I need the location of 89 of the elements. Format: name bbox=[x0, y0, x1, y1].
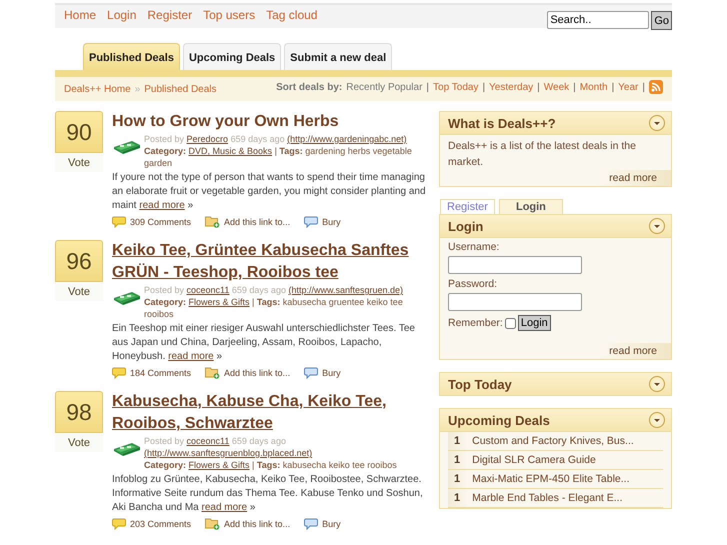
sort-separator: | bbox=[612, 82, 614, 92]
category-link[interactable]: Flowers & Gifts bbox=[188, 460, 250, 470]
speech-bubble-icon[interactable] bbox=[304, 518, 318, 530]
sort-label: Sort deals by: bbox=[276, 82, 342, 92]
password-label: Password: bbox=[448, 278, 498, 290]
tab[interactable]: Upcoming Deals bbox=[182, 43, 282, 70]
add-link[interactable]: Add this link to... bbox=[224, 216, 290, 226]
rank-number: 1 bbox=[454, 454, 460, 466]
folder-add-icon[interactable] bbox=[205, 517, 220, 530]
upcoming-deal-link[interactable]: Marble End Tables - Elegant E... bbox=[472, 492, 623, 504]
remember-checkbox[interactable] bbox=[504, 318, 516, 328]
collapse-icon[interactable] bbox=[649, 412, 665, 428]
posted-line: Posted by coceonc11 659 days ago (http://www.sanftesgruen.de) bbox=[144, 284, 404, 296]
sort-separator: | bbox=[482, 82, 486, 92]
comments-link[interactable]: 309 Comments bbox=[130, 216, 192, 226]
box-title: Top Today bbox=[448, 376, 512, 392]
deal-excerpt: Infoblog zu Grüntee, Kabusecha, Keiko Tee, Rooibostee, Schwarztee. Informative Seite rundum das Thema Tee. Kabuse Tenko und Soshun, Aki Bancha und Ma read more » bbox=[112, 473, 424, 515]
upcoming-deal-link[interactable]: Custom and Factory Knives, Bus... bbox=[472, 435, 634, 447]
collapse-icon[interactable] bbox=[649, 115, 665, 131]
url-link[interactable]: (http://www.gardeningabc.net) bbox=[287, 134, 407, 144]
comments-link[interactable]: 203 Comments bbox=[130, 518, 192, 528]
author-link[interactable]: Peredocro bbox=[186, 134, 228, 144]
about-text: Deals++ is a list of the latest deals in the market. bbox=[448, 139, 637, 170]
author-link[interactable]: coceonc11 bbox=[186, 285, 230, 295]
search-field[interactable]: Search.. bbox=[547, 11, 650, 29]
comment-icon[interactable] bbox=[112, 518, 126, 530]
vote-count: 90 bbox=[55, 111, 103, 153]
deal-excerpt: If youre not the type of person that wants to spend their time managing an elaborate fruit or vegetable garden, you might consider planting and maint read more » bbox=[112, 171, 427, 213]
deal-title[interactable]: Keiko Tee, Grüntee Kabusecha Sanftes GRÜN - Teeshop, Rooibos tee bbox=[112, 240, 431, 284]
comments-link[interactable]: 184 Comments bbox=[130, 368, 192, 378]
read-more-link[interactable]: read more bbox=[168, 351, 214, 362]
go-button[interactable]: Go bbox=[651, 11, 672, 30]
comment-icon[interactable] bbox=[112, 366, 126, 378]
url-link[interactable]: (http://www.sanftesgruenblog.bplaced.net) bbox=[144, 448, 312, 458]
deal-title[interactable]: How to Grow your Own Herbs bbox=[112, 111, 431, 133]
sort-separator: | bbox=[642, 82, 645, 92]
category-line: Category: Flowers & Gifts | Tags: kabusecha gruentee keiko tee rooibos bbox=[144, 296, 404, 320]
category-line: Category: Flowers & Gifts | Tags: kabusecha keiko tee rooibos bbox=[144, 459, 398, 471]
password-field[interactable] bbox=[448, 293, 582, 311]
vote-button[interactable]: Vote bbox=[55, 154, 103, 172]
box-title: What is Deals++? bbox=[448, 116, 556, 130]
sort-separator: | bbox=[573, 82, 576, 92]
comment-icon[interactable] bbox=[112, 216, 126, 228]
vote-button[interactable]: Vote bbox=[55, 434, 103, 452]
speech-bubble-icon[interactable] bbox=[304, 216, 318, 228]
posted-line: Posted by coceonc11 659 days ago (http://www.sanftesgruenblog.bplaced.net) bbox=[144, 435, 314, 459]
login-button[interactable]: Login bbox=[518, 315, 551, 331]
bury-link[interactable]: Bury bbox=[322, 518, 341, 528]
upcoming-deal-link[interactable]: Maxi-Matic EPM-450 Elite Table... bbox=[472, 473, 630, 485]
collapse-icon[interactable] bbox=[649, 218, 665, 234]
tab[interactable]: Published Deals bbox=[83, 43, 180, 70]
rank-number: 1 bbox=[454, 492, 460, 504]
sort-option[interactable]: Recently Popular bbox=[346, 82, 422, 92]
vote-button[interactable]: Vote bbox=[55, 283, 103, 301]
folder-add-icon[interactable] bbox=[205, 366, 220, 379]
deal-title[interactable]: Kabusecha, Kabuse Cha, Keiko Tee, Rooibos, Schwarztee bbox=[112, 391, 431, 435]
username-field[interactable] bbox=[448, 256, 582, 274]
deal-excerpt: Ein Teeshop mit einer riesiger Auswahl unterschiedlichster Tees. Tee aus Japan und China, Darjeeling, Assam, Rooibos, Lapacho, Honeybush. read more » bbox=[112, 322, 416, 364]
breadcrumb-separator: » bbox=[134, 84, 140, 94]
add-link[interactable]: Add this link to... bbox=[224, 518, 290, 528]
read-more-link[interactable]: read more bbox=[202, 502, 248, 513]
username-label: Username: bbox=[448, 241, 500, 253]
box-title: Login bbox=[448, 218, 484, 234]
sort-separator: | bbox=[426, 82, 430, 92]
read-more-link[interactable]: read more bbox=[139, 200, 185, 211]
category-line: Category: DVD, Music & Books | Tags: gardening herbs vegetable garden bbox=[144, 145, 413, 169]
rss-icon[interactable] bbox=[649, 80, 663, 94]
speech-bubble-icon[interactable] bbox=[304, 366, 318, 378]
bury-link[interactable]: Bury bbox=[322, 368, 341, 378]
url-link[interactable]: (http://www.sanftesgruen.de) bbox=[288, 285, 404, 295]
rank-number: 1 bbox=[454, 435, 460, 447]
collapse-icon[interactable] bbox=[649, 376, 665, 392]
box-title: Upcoming Deals bbox=[448, 412, 550, 428]
folder-add-icon[interactable] bbox=[205, 215, 220, 228]
tab[interactable]: Register bbox=[440, 199, 495, 214]
rank-number: 1 bbox=[454, 473, 460, 485]
upcoming-deal-link[interactable]: Digital SLR Camera Guide bbox=[472, 454, 596, 466]
tab[interactable]: Login bbox=[498, 199, 563, 214]
vote-count: 98 bbox=[55, 391, 103, 433]
sort-separator: | bbox=[537, 82, 540, 92]
bury-link[interactable]: Bury bbox=[322, 216, 341, 226]
author-link[interactable]: coceonc11 bbox=[186, 436, 230, 446]
vote-count: 96 bbox=[55, 240, 103, 282]
remember-label: Remember: bbox=[448, 317, 503, 329]
category-link[interactable]: Flowers & Gifts bbox=[188, 297, 250, 307]
category-link[interactable]: DVD, Music & Books bbox=[188, 146, 272, 156]
add-link[interactable]: Add this link to... bbox=[224, 368, 290, 378]
posted-line: Posted by Peredocro 659 days ago (http://www.gardeningabc.net) bbox=[144, 133, 408, 145]
tab[interactable]: Submit a new deal bbox=[284, 43, 392, 70]
